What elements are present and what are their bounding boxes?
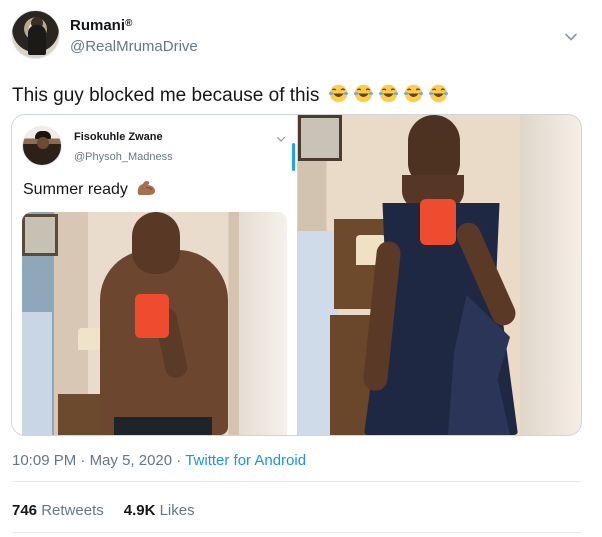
quoted-text-body: Summer ready bbox=[23, 181, 128, 198]
wall-frame-shape bbox=[22, 214, 58, 256]
dress-selfie-photo[interactable] bbox=[298, 115, 581, 435]
quoted-tweet-screenshot[interactable]: Fisokuhle Zwane @Physoh_Madness Summer r… bbox=[12, 115, 298, 435]
quoted-author-name: Fisokuhle Zwane bbox=[74, 131, 163, 143]
bed-shape bbox=[22, 312, 52, 435]
chevron-down-icon bbox=[276, 136, 286, 142]
shirtless-selfie-photo bbox=[22, 212, 287, 435]
shorts-shape bbox=[114, 417, 212, 435]
retweets-count: 746 bbox=[12, 502, 38, 519]
tweet-body: This guy blocked me because of this bbox=[12, 85, 320, 106]
author-handle[interactable]: @RealMrumaDrive bbox=[70, 38, 198, 55]
registered-badge: ® bbox=[125, 18, 133, 29]
author-name-text[interactable]: Rumani bbox=[70, 17, 125, 34]
tweet-date[interactable]: May 5, 2020 bbox=[90, 452, 173, 469]
quoted-avatar bbox=[22, 126, 62, 166]
retweets-label: Retweets bbox=[41, 502, 104, 519]
curtain-shape bbox=[239, 212, 287, 435]
tweet-media[interactable]: Fisokuhle Zwane @Physoh_Madness Summer r… bbox=[11, 114, 582, 436]
tweet-text: This guy blocked me because of this bbox=[12, 83, 450, 107]
quoted-author-handle: @Physoh_Madness bbox=[74, 151, 173, 163]
quoted-scroll-indicator bbox=[292, 143, 295, 171]
laughing-emoji-icon bbox=[328, 84, 348, 103]
laughing-emoji-icon bbox=[403, 84, 423, 103]
laughing-emoji-icon bbox=[378, 84, 398, 103]
tweet-time[interactable]: 10:09 PM bbox=[12, 452, 76, 469]
wall-frame-shape bbox=[298, 115, 342, 161]
head-shape bbox=[132, 212, 180, 274]
quoted-avatar-face-shape bbox=[37, 137, 49, 149]
meta-separator: · bbox=[172, 452, 186, 469]
curtain-shape bbox=[521, 115, 581, 435]
phone-shape bbox=[420, 199, 456, 245]
flexed-biceps-icon bbox=[138, 180, 156, 195]
author-avatar[interactable] bbox=[11, 10, 60, 59]
likes-stat[interactable]: 4.9K Likes bbox=[124, 502, 195, 519]
tweet-source-link[interactable]: Twitter for Android bbox=[185, 452, 306, 469]
laughing-emoji-icon bbox=[353, 84, 373, 103]
likes-label: Likes bbox=[159, 502, 195, 519]
emoji-group bbox=[325, 84, 450, 106]
tweet-metadata: 10:09 PM · May 5, 2020 · Twitter for And… bbox=[12, 452, 306, 469]
author-name[interactable]: Rumani® bbox=[70, 17, 132, 34]
divider bbox=[12, 481, 582, 482]
tweet-stats: 746 Retweets 4.9K Likes bbox=[12, 502, 195, 519]
phone-shape bbox=[135, 294, 169, 338]
meta-separator: · bbox=[76, 452, 90, 469]
laughing-emoji-icon bbox=[428, 84, 448, 103]
chevron-down-icon[interactable] bbox=[564, 30, 578, 44]
retweets-stat[interactable]: 746 Retweets bbox=[12, 502, 104, 519]
divider bbox=[12, 532, 582, 533]
avatar-figure-shape bbox=[28, 25, 46, 55]
likes-count: 4.9K bbox=[123, 502, 156, 519]
quoted-tweet-text: Summer ready bbox=[23, 179, 157, 199]
